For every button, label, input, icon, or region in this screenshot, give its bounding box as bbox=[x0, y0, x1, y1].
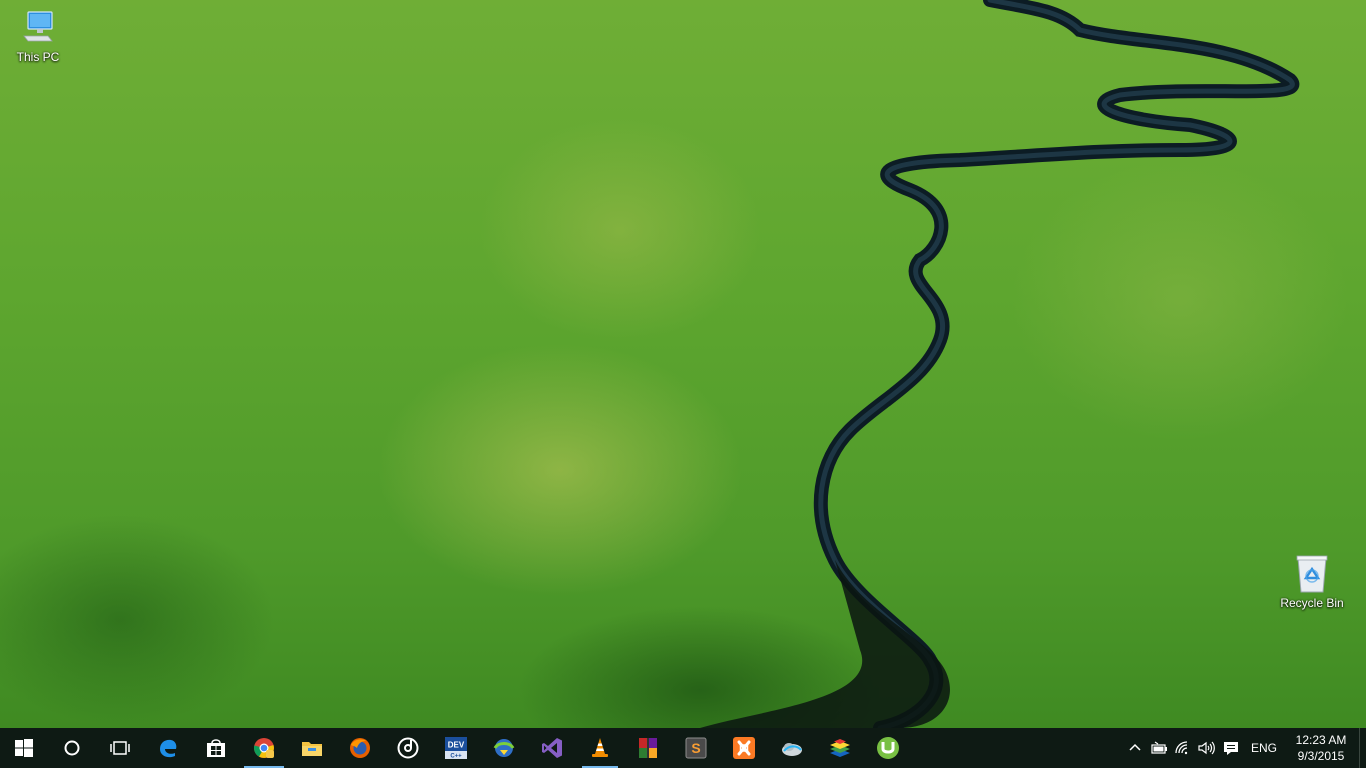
action-center-icon bbox=[1223, 742, 1238, 755]
search-cortana-button[interactable] bbox=[48, 728, 96, 768]
taskbar-app-sublime-text[interactable]: S bbox=[672, 728, 720, 768]
wifi-icon bbox=[1175, 741, 1188, 755]
show-desktop-button[interactable] bbox=[1359, 728, 1366, 768]
computer-icon bbox=[18, 8, 58, 48]
chrome-icon bbox=[253, 738, 274, 758]
devcpp-icon: DEV C++ bbox=[445, 737, 467, 760]
task-view-button[interactable] bbox=[96, 728, 144, 768]
store-icon bbox=[207, 739, 225, 757]
folder-icon bbox=[302, 742, 322, 756]
idm-icon bbox=[493, 739, 515, 757]
edge-icon bbox=[160, 739, 177, 758]
bluestacks-icon bbox=[830, 739, 850, 757]
taskbar-app-vlc[interactable] bbox=[576, 728, 624, 768]
desktop-icon-label: Recycle Bin bbox=[1280, 596, 1344, 610]
battery-icon bbox=[1151, 741, 1167, 754]
desktop-icon-this-pc[interactable]: This PC bbox=[0, 8, 76, 64]
windows-logo-icon bbox=[15, 739, 33, 757]
river-illustration bbox=[700, 0, 1300, 728]
svg-text:DEV: DEV bbox=[448, 741, 465, 750]
taskbar-app-xampp[interactable] bbox=[720, 728, 768, 768]
input-language-indicator[interactable]: ENG bbox=[1243, 741, 1287, 755]
show-hidden-icons-button[interactable] bbox=[1123, 728, 1147, 768]
action-center-button[interactable] bbox=[1219, 728, 1243, 768]
taskbar-app-bluestacks[interactable] bbox=[816, 728, 864, 768]
taskbar-app-cloud-app[interactable] bbox=[768, 728, 816, 768]
xampp-icon bbox=[733, 737, 755, 759]
taskbar-app-idm[interactable] bbox=[480, 728, 528, 768]
chevron-up-icon bbox=[1129, 743, 1141, 751]
desktop-icon-recycle-bin[interactable]: Recycle Bin bbox=[1274, 554, 1350, 610]
taskbar-app-groove-music[interactable] bbox=[384, 728, 432, 768]
utorrent-icon bbox=[877, 737, 899, 759]
cloud-app-icon bbox=[782, 743, 802, 756]
vlc-cone-icon bbox=[592, 738, 608, 757]
clock-date: 9/3/2015 bbox=[1297, 749, 1345, 763]
taskbar-app-visual-studio[interactable] bbox=[528, 728, 576, 768]
taskbar-app-winrar[interactable] bbox=[624, 728, 672, 768]
clock-time: 12:23 AM bbox=[1295, 733, 1347, 747]
taskbar: DEV C++ S ENG 12:23 AM 9/3/2015 bbox=[0, 728, 1366, 768]
desktop-icon-label: This PC bbox=[16, 50, 60, 64]
taskbar-app-chrome[interactable] bbox=[240, 728, 288, 768]
task-view-icon bbox=[110, 741, 130, 755]
winrar-icon bbox=[639, 738, 657, 758]
svg-text:S: S bbox=[691, 740, 700, 756]
svg-text:C++: C++ bbox=[450, 754, 462, 760]
taskbar-app-utorrent[interactable] bbox=[864, 728, 912, 768]
cortana-circle-icon bbox=[64, 740, 80, 756]
recycle-bin-icon bbox=[1292, 554, 1332, 594]
battery-button[interactable] bbox=[1147, 728, 1171, 768]
taskbar-app-store[interactable] bbox=[192, 728, 240, 768]
volume-icon bbox=[1198, 741, 1215, 755]
desktop-wallpaper bbox=[0, 0, 1366, 728]
taskbar-app-dev-cpp[interactable]: DEV C++ bbox=[432, 728, 480, 768]
start-button[interactable] bbox=[0, 728, 48, 768]
visual-studio-icon bbox=[542, 738, 562, 758]
system-tray: ENG 12:23 AM 9/3/2015 bbox=[1123, 728, 1366, 768]
clock[interactable]: 12:23 AM 9/3/2015 bbox=[1287, 732, 1355, 764]
taskbar-app-edge[interactable] bbox=[144, 728, 192, 768]
taskbar-app-firefox[interactable] bbox=[336, 728, 384, 768]
network-button[interactable] bbox=[1171, 728, 1195, 768]
firefox-icon bbox=[350, 738, 370, 758]
groove-icon bbox=[397, 737, 419, 759]
sublime-icon: S bbox=[685, 737, 707, 759]
volume-button[interactable] bbox=[1195, 728, 1219, 768]
taskbar-app-file-explorer[interactable] bbox=[288, 728, 336, 768]
